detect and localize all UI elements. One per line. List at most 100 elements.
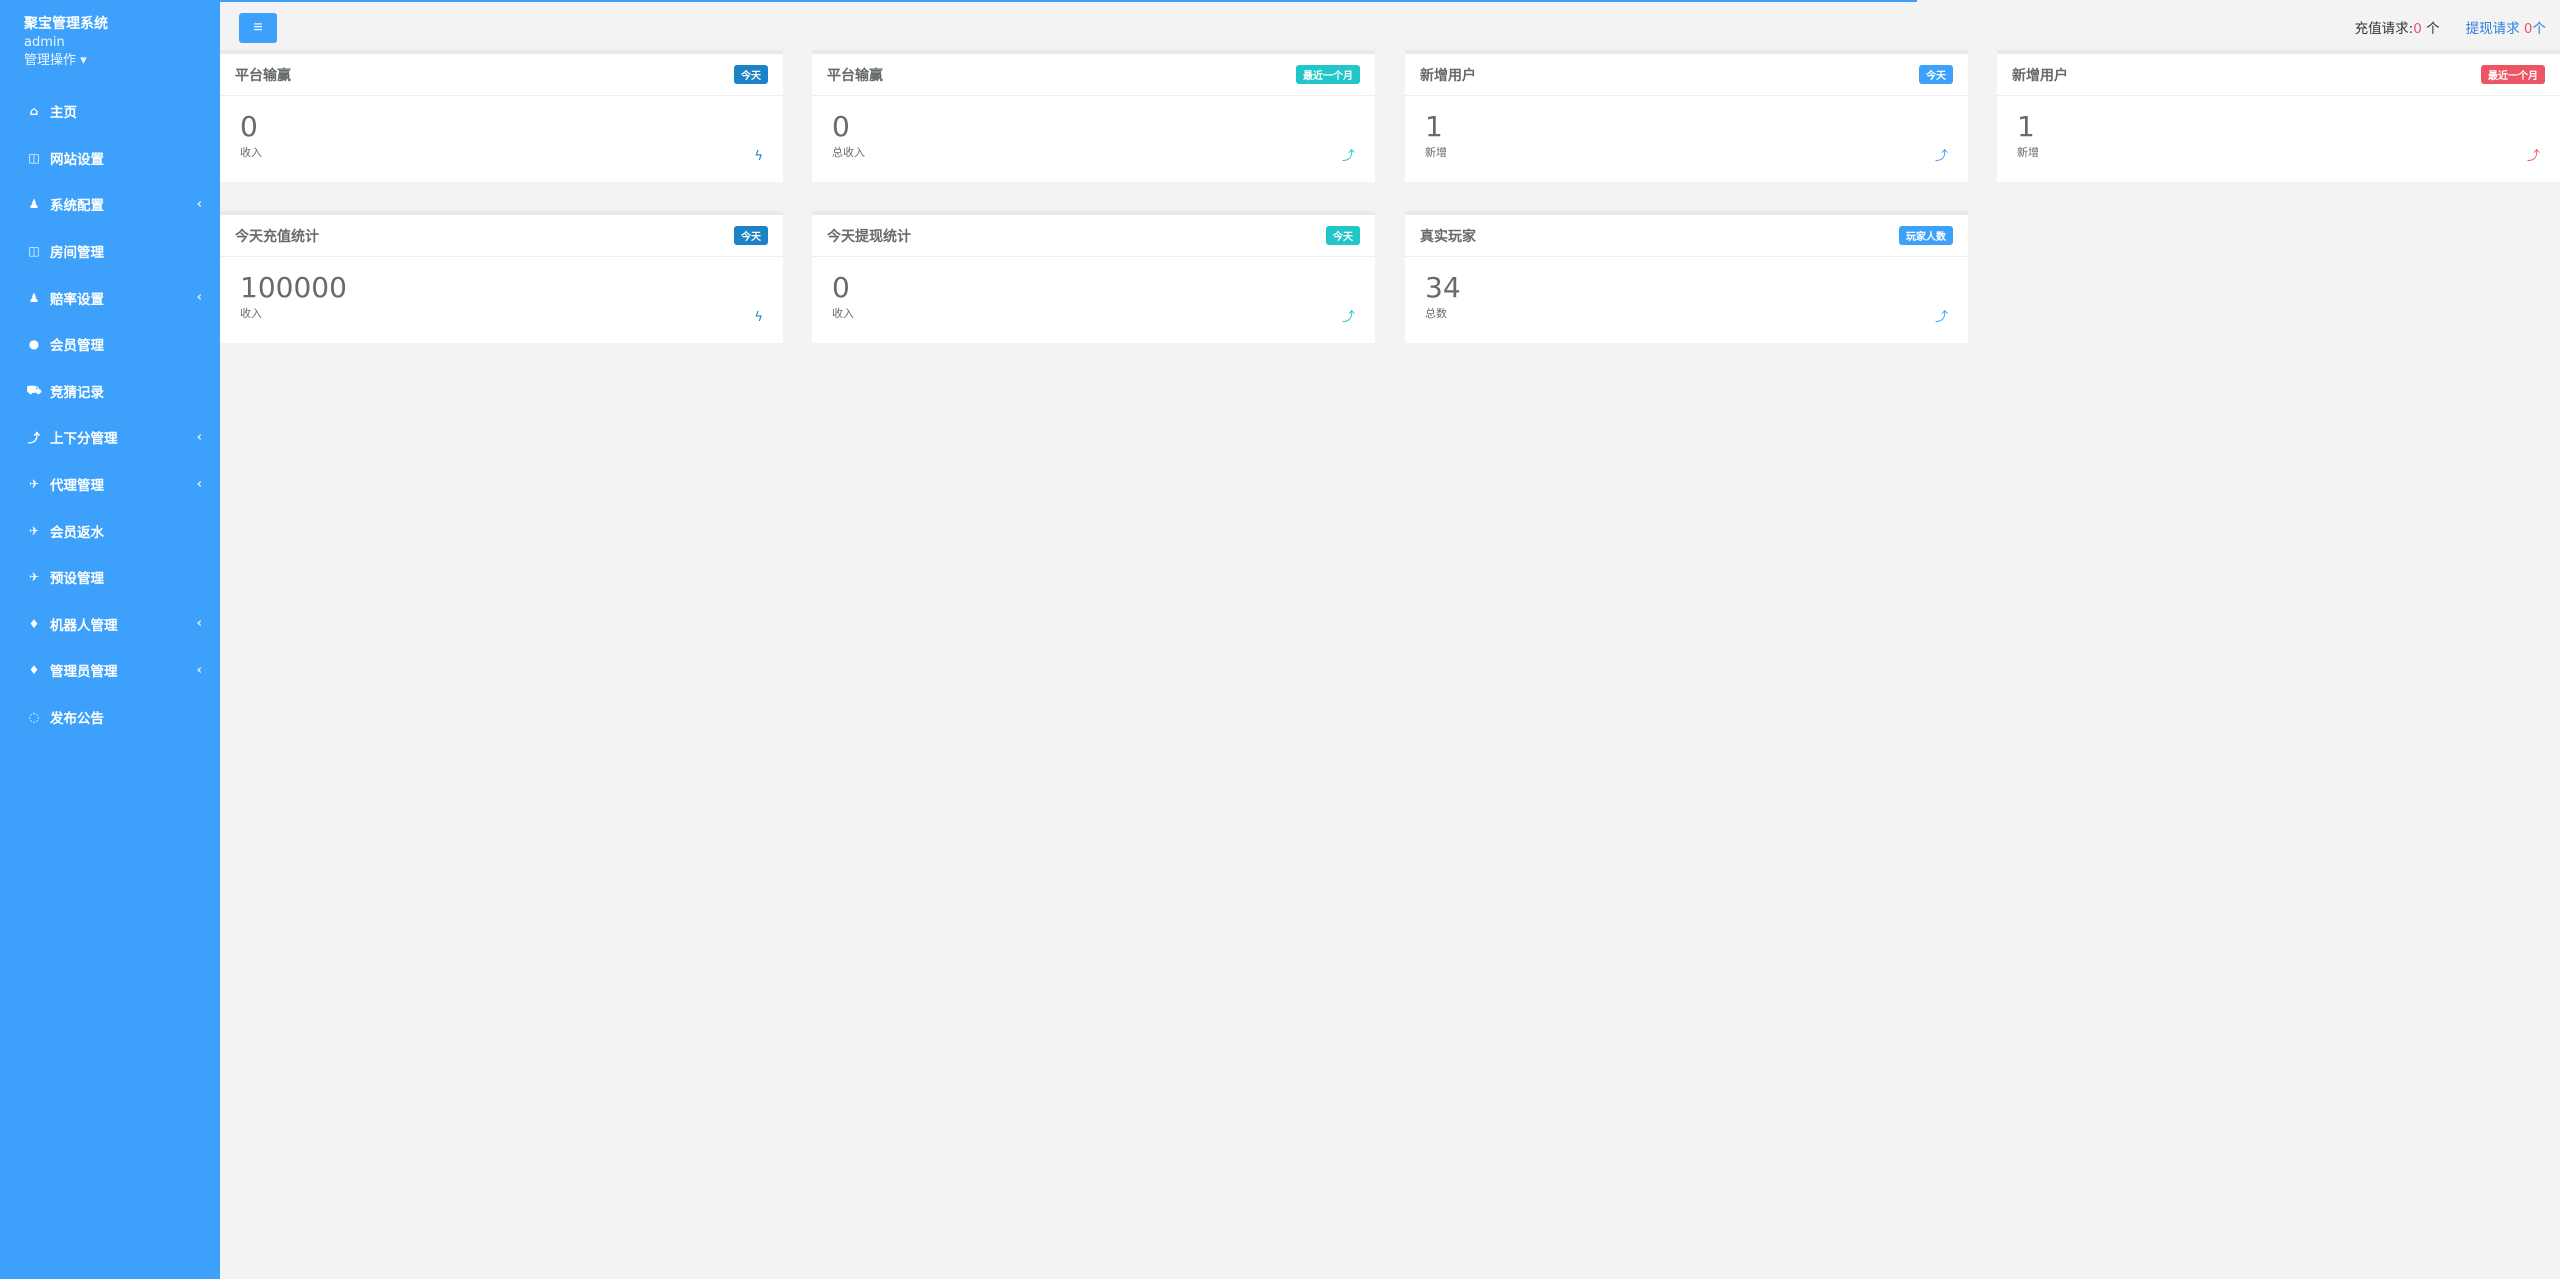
sidebar-item-label: 赔率设置 <box>50 291 104 308</box>
top-bar: ≡ 充值请求:0 个 提现请求 0个 <box>220 0 2560 54</box>
sidebar-item-label: 发布公告 <box>50 711 104 728</box>
card-header: 新增用户 最近一个月 <box>1997 54 2560 96</box>
level-up-icon: ⤴ <box>1934 310 1948 325</box>
stat-caption: 总数 <box>1425 307 1447 320</box>
stat-value: 1 <box>2017 110 2035 143</box>
sidebar-item-agents[interactable]: ✈ 代理管理 ‹ <box>0 461 220 508</box>
sidebar-item-rooms[interactable]: ◫ 房间管理 <box>0 228 220 275</box>
sidebar-item-label: 竞猜记录 <box>50 384 104 401</box>
columns-icon: ◫ <box>28 150 40 165</box>
sidebar-item-members[interactable]: ● 会员管理 <box>0 321 220 368</box>
card-body: 0 收入 ⤴ <box>812 257 1375 343</box>
flask-icon: ♟ <box>28 197 40 212</box>
admin-ops-dropdown[interactable]: 管理操作 ▾ <box>24 52 196 70</box>
recharge-label: 充值请求: <box>2354 21 2414 37</box>
stat-value: 0 <box>832 271 850 304</box>
sidebar-item-label: 预设管理 <box>50 571 104 588</box>
sidebar-item-points[interactable]: ⤴ 上下分管理 ‹ <box>0 414 220 461</box>
sidebar-item-home[interactable]: ⌂ 主页 <box>0 88 220 135</box>
stat-card-real-players: 真实玩家 玩家人数 34 总数 ⤴ <box>1405 211 1968 343</box>
flask-icon: ♟ <box>28 290 40 305</box>
username: admin <box>24 35 65 50</box>
bolt-icon: ϟ <box>754 310 763 325</box>
sidebar-item-odds[interactable]: ♟ 赔率设置 ‹ <box>0 274 220 321</box>
stat-card-new-users-month: 新增用户 最近一个月 1 新增 ⤴ <box>1997 50 2560 182</box>
withdraw-unit: 个 <box>2532 21 2547 37</box>
comment-icon: ◌ <box>28 710 40 725</box>
level-up-icon: ⤴ <box>27 430 40 445</box>
card-body: 1 新增 ⤴ <box>1997 96 2560 182</box>
sidebar-item-rebate[interactable]: ✈ 会员返水 <box>0 507 220 554</box>
sidebar-item-announcements[interactable]: ◌ 发布公告 <box>0 694 220 741</box>
sidebar-item-bet-records[interactable]: ⛟ 竞猜记录 <box>0 368 220 415</box>
card-header: 真实玩家 玩家人数 <box>1405 215 1968 257</box>
card-body: 0 总收入 ⤴ <box>812 96 1375 182</box>
stat-caption: 新增 <box>1425 146 1447 159</box>
sidebar-item-label: 房间管理 <box>50 245 104 262</box>
brand-title: 聚宝管理系统 <box>24 16 108 32</box>
hamburger-icon: ≡ <box>253 19 263 36</box>
paper-plane-icon: ✈ <box>28 523 40 538</box>
level-up-icon: ⤴ <box>1341 310 1355 325</box>
stat-value: 34 <box>1425 271 1461 304</box>
stat-card-new-users-today: 新增用户 今天 1 新增 ⤴ <box>1405 50 1968 182</box>
stat-caption: 收入 <box>240 146 262 159</box>
page-load-progress <box>220 0 1917 2</box>
sidebar-item-label: 机器人管理 <box>50 617 118 634</box>
card-title: 今天充值统计 <box>235 228 319 245</box>
profile: 聚宝管理系统 admin 管理操作 ▾ <box>0 0 220 88</box>
sidebar-nav: ⌂ 主页 ◫ 网站设置 ♟ 系统配置 ‹ ◫ 房间管理 ♟ 赔率设置 ‹ ● 会… <box>0 88 220 740</box>
withdraw-label: 提现请求 <box>2465 21 2520 37</box>
stat-value: 0 <box>240 110 258 143</box>
card-header: 今天充值统计 今天 <box>220 215 783 257</box>
sidebar-item-label: 网站设置 <box>50 151 104 168</box>
stat-caption: 收入 <box>240 307 262 320</box>
sidebar-item-admins[interactable]: ♦ 管理员管理 ‹ <box>0 647 220 694</box>
period-badge: 今天 <box>734 226 768 245</box>
stat-card-recharge-today: 今天充值统计 今天 100000 收入 ϟ <box>220 211 783 343</box>
paper-plane-icon: ✈ <box>28 570 40 585</box>
sidebar-toggle-button[interactable]: ≡ <box>239 13 277 43</box>
period-badge: 玩家人数 <box>1899 226 1953 245</box>
sidebar-item-site-settings[interactable]: ◫ 网站设置 <box>0 135 220 182</box>
sidebar-item-robots[interactable]: ♦ 机器人管理 ‹ <box>0 601 220 648</box>
home-icon: ⌂ <box>29 104 39 119</box>
card-title: 平台输赢 <box>827 67 883 84</box>
recharge-unit: 个 <box>2426 21 2440 37</box>
chevron-left-icon: ‹ <box>196 429 202 445</box>
sidebar-item-label: 会员返水 <box>50 524 104 541</box>
request-counters: 充值请求:0 个 提现请求 0个 <box>2355 17 2546 37</box>
card-title: 今天提现统计 <box>827 228 911 245</box>
diamond-icon: ♦ <box>28 616 40 631</box>
card-body: 0 收入 ϟ <box>220 96 783 182</box>
sidebar-item-label: 代理管理 <box>50 478 104 495</box>
car-icon: ⛟ <box>26 382 42 397</box>
stat-caption: 收入 <box>832 307 854 320</box>
chevron-left-icon: ‹ <box>196 196 202 212</box>
card-body: 34 总数 ⤴ <box>1405 257 1968 343</box>
recharge-requests[interactable]: 充值请求:0 个 <box>2355 17 2440 37</box>
stat-caption: 新增 <box>2017 146 2039 159</box>
stat-card-platform-month: 平台输赢 最近一个月 0 总收入 ⤴ <box>812 50 1375 182</box>
period-badge: 今天 <box>1919 65 1953 84</box>
card-title: 平台输赢 <box>235 67 291 84</box>
withdraw-requests[interactable]: 提现请求 0个 <box>2466 17 2546 37</box>
sidebar-item-system-config[interactable]: ♟ 系统配置 ‹ <box>0 181 220 228</box>
sidebar-item-label: 上下分管理 <box>50 431 118 448</box>
card-title: 新增用户 <box>1420 67 1476 84</box>
sidebar: 聚宝管理系统 admin 管理操作 ▾ ⌂ 主页 ◫ 网站设置 ♟ 系统配置 ‹… <box>0 0 220 1279</box>
card-body: 100000 收入 ϟ <box>220 257 783 343</box>
chevron-left-icon: ‹ <box>196 290 202 306</box>
sidebar-item-label: 主页 <box>50 105 77 122</box>
user-icon: ● <box>28 337 40 352</box>
sidebar-item-presets[interactable]: ✈ 预设管理 <box>0 554 220 601</box>
chevron-left-icon: ‹ <box>196 476 202 492</box>
columns-icon: ◫ <box>28 244 40 259</box>
stat-value: 100000 <box>240 271 347 304</box>
card-header: 新增用户 今天 <box>1405 54 1968 96</box>
chevron-left-icon: ‹ <box>196 616 202 632</box>
level-up-icon: ⤴ <box>2526 149 2540 164</box>
card-title: 真实玩家 <box>1420 228 1476 245</box>
sidebar-item-label: 管理员管理 <box>50 664 118 681</box>
bolt-icon: ϟ <box>754 149 763 164</box>
